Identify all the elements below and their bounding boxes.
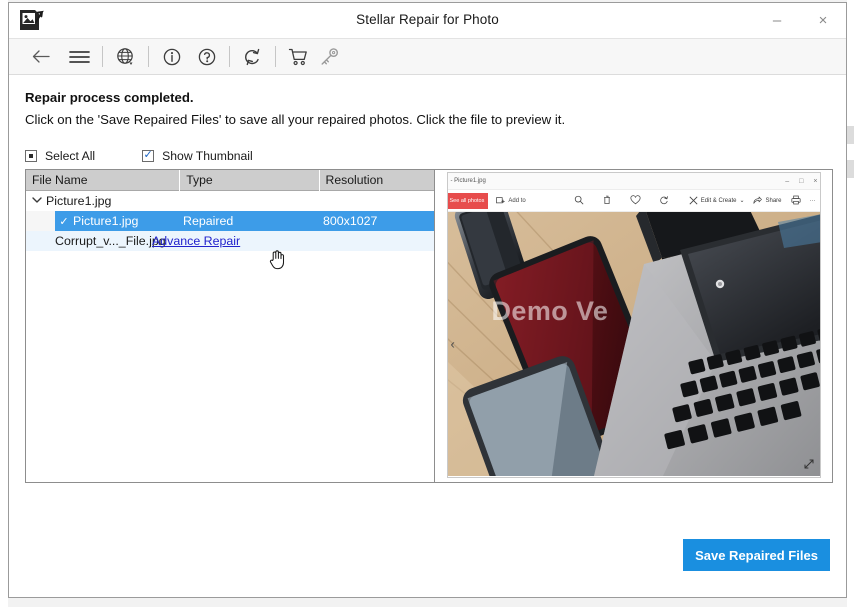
globe-language-icon[interactable]	[110, 42, 141, 72]
mouse-cursor-hand-icon	[269, 249, 286, 270]
photos-app-title: - Picture1.jpg	[450, 178, 486, 184]
status-instruction: Click on the 'Save Repaired Files' to sa…	[25, 112, 566, 127]
cell-resolution: 800x1027	[323, 214, 378, 228]
key-activate-icon[interactable]	[314, 42, 345, 72]
photos-app-window-controls: – □ ×	[785, 173, 817, 190]
photos-right-tools: Edit & Create ⌄ Share ···	[689, 195, 816, 207]
title-bar: Stellar Repair for Photo – ×	[9, 3, 846, 38]
footer-bar: Save Repaired Files	[9, 517, 846, 597]
heart-icon[interactable]	[630, 192, 641, 210]
preview-image[interactable]: SAMSUNG	[447, 212, 820, 476]
zoom-icon[interactable]	[574, 192, 584, 210]
app-toolbar	[9, 38, 846, 75]
save-repaired-files-button[interactable]: Save Repaired Files	[683, 539, 830, 571]
share-label: Share	[765, 197, 782, 204]
select-all-checkbox[interactable]: Select All	[25, 149, 95, 163]
add-to-button[interactable]: Add to	[496, 196, 526, 205]
toolbar-divider-2	[148, 46, 149, 67]
minimize-button[interactable]: –	[754, 3, 800, 38]
table-row-advance[interactable]: Corrupt_v..._File.jpg Advance Repair	[26, 231, 434, 251]
cell-type: Repaired	[183, 214, 234, 228]
menu-icon[interactable]	[64, 42, 95, 72]
preview-photo-artwork: SAMSUNG	[447, 212, 820, 476]
content-area: Repair process completed. Click on the '…	[9, 75, 846, 597]
status-heading: Repair process completed.	[25, 90, 194, 105]
file-list-header: File Name Type Resolution	[26, 170, 434, 191]
show-thumbnail-box-icon[interactable]: ✓	[142, 150, 155, 162]
add-to-icon	[496, 197, 506, 204]
group-file-name: Picture1.jpg	[46, 194, 112, 208]
outer-scrollbar-track[interactable]	[847, 0, 855, 607]
outer-scrollbar-thumb-top[interactable]	[847, 126, 854, 144]
advance-repair-link[interactable]: Advance Repair	[152, 234, 302, 248]
refresh-icon[interactable]	[237, 42, 268, 72]
toolbar-divider-1	[102, 46, 103, 67]
selected-row-content[interactable]: ✓ Picture1.jpg Repaired 800x1027	[55, 211, 434, 231]
select-all-label: Select All	[45, 149, 96, 163]
table-row-group[interactable]: Picture1.jpg	[26, 191, 434, 211]
column-header-type[interactable]: Type	[180, 170, 320, 191]
select-all-box-icon[interactable]	[25, 150, 37, 162]
add-to-label: Add to	[508, 197, 526, 204]
photos-maximize-button[interactable]: □	[799, 178, 803, 185]
column-header-file-name[interactable]: File Name	[26, 170, 181, 191]
panels-row: File Name Type Resolution Picture1.jpg ✓	[25, 169, 833, 483]
app-root: Stellar Repair for Photo – × Repair proc…	[0, 0, 855, 607]
photos-app-toolbar: See all photos Add to Edit & Create ⌄ Sh…	[447, 190, 820, 212]
window-controls: – ×	[754, 3, 846, 38]
info-icon[interactable]	[156, 42, 187, 72]
edit-create-label: Edit & Create	[700, 197, 737, 204]
toolbar-divider-4	[275, 46, 276, 67]
main-window: Stellar Repair for Photo – × Repair proc…	[8, 2, 847, 598]
more-options-button[interactable]: ···	[810, 198, 816, 204]
photos-app-titlebar: - Picture1.jpg – □ ×	[447, 173, 820, 190]
see-all-photos-button[interactable]: See all photos	[447, 192, 489, 209]
file-list-panel: File Name Type Resolution Picture1.jpg ✓	[25, 169, 435, 483]
photos-app-preview: - Picture1.jpg – □ × See all photos Add …	[446, 172, 821, 478]
show-thumbnail-label: Show Thumbnail	[162, 149, 253, 163]
expand-icon[interactable]	[803, 458, 815, 472]
page-left-margin	[0, 0, 8, 607]
edit-create-chevron-down-icon: ⌄	[739, 198, 745, 204]
photos-tool-group	[574, 192, 669, 210]
close-button[interactable]: ×	[800, 3, 846, 38]
photos-close-button[interactable]: ×	[813, 178, 817, 185]
window-title: Stellar Repair for Photo	[356, 12, 499, 27]
show-thumbnail-checkbox[interactable]: ✓ Show Thumbnail	[142, 149, 253, 163]
cell-file-name-corrupt: Corrupt_v..._File.jpg	[55, 234, 166, 248]
preview-panel: - Picture1.jpg – □ × See all photos Add …	[435, 169, 833, 483]
outer-scrollbar-thumb-bottom[interactable]	[847, 160, 854, 178]
demo-watermark: Demo Ve	[491, 296, 609, 326]
edit-create-button[interactable]: Edit & Create ⌄	[689, 196, 745, 205]
toolbar-divider-3	[229, 46, 230, 67]
share-button[interactable]: Share	[753, 196, 782, 205]
help-icon[interactable]	[191, 42, 222, 72]
back-icon[interactable]	[25, 42, 56, 72]
photos-minimize-button[interactable]: –	[785, 178, 789, 185]
expand-chevron-icon[interactable]	[32, 196, 46, 207]
edit-create-icon	[689, 196, 698, 205]
table-row-selected[interactable]: ✓ Picture1.jpg Repaired 800x1027	[26, 211, 434, 231]
cart-icon[interactable]	[283, 42, 314, 72]
row-check-icon[interactable]: ✓	[55, 215, 73, 228]
rotate-icon[interactable]	[659, 192, 669, 210]
options-row: Select All ✓ Show Thumbnail	[25, 147, 253, 165]
previous-image-arrow-icon[interactable]: ‹	[451, 337, 455, 352]
cell-file-name: Picture1.jpg	[73, 214, 139, 228]
print-icon[interactable]	[790, 195, 801, 207]
column-header-resolution[interactable]: Resolution	[320, 170, 434, 191]
trash-icon[interactable]	[602, 192, 612, 210]
share-icon	[753, 196, 763, 204]
